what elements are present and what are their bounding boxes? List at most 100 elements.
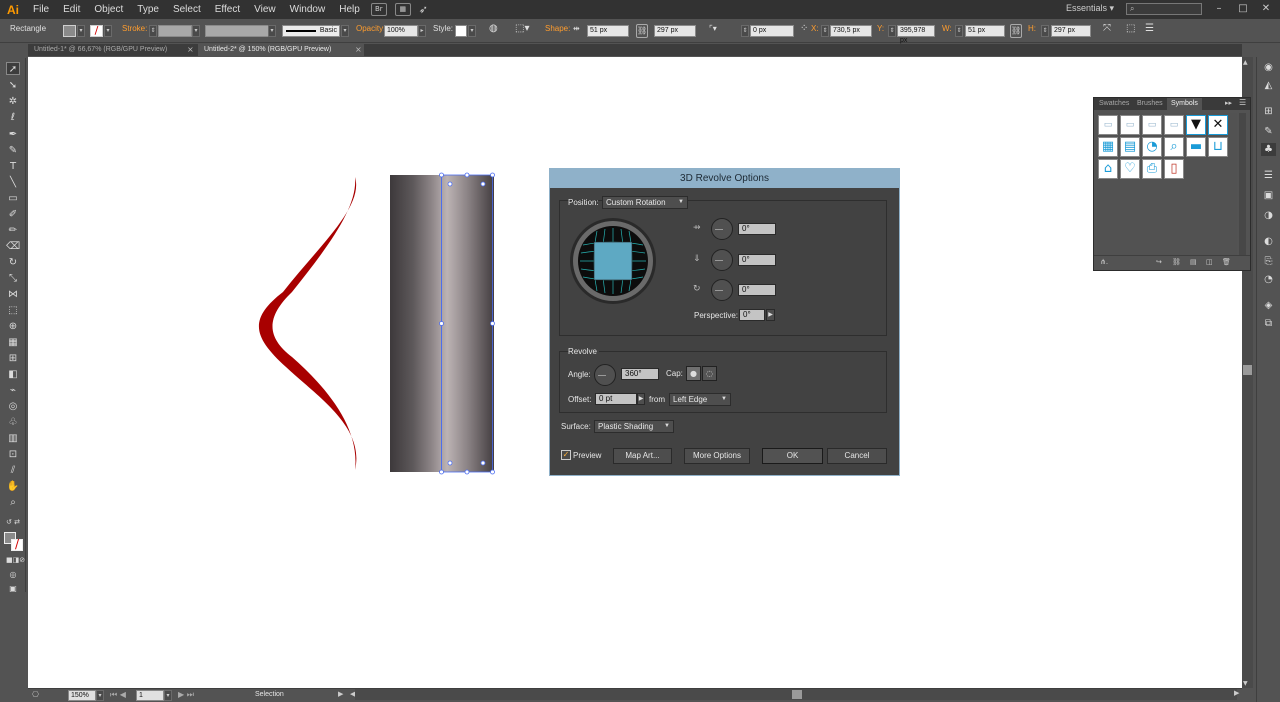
menu-type[interactable]: Type <box>130 4 166 15</box>
artboard-number-field[interactable]: 1 <box>136 690 164 701</box>
minimize-icon[interactable]: – <box>1212 2 1226 16</box>
stroke-color-icon[interactable]: / <box>11 538 23 551</box>
menu-help[interactable]: Help <box>332 4 367 15</box>
tab-untitled-1[interactable]: Untitled-1* @ 66,67% (RGB/GPU Preview) <box>28 44 194 56</box>
menu-effect[interactable]: Effect <box>208 4 247 15</box>
constrain-wh-icon[interactable]: ⛓ <box>1010 24 1022 38</box>
blend-tool-icon[interactable]: ◎ <box>6 400 20 413</box>
vertical-scroll-thumb[interactable] <box>1243 365 1252 375</box>
tab-brushes[interactable]: Brushes <box>1133 98 1167 110</box>
workspace-switcher[interactable]: Essentials ▾ <box>1066 3 1114 14</box>
symbol-sprayer-tool-icon[interactable]: ♧ <box>6 416 20 429</box>
selection-handle[interactable] <box>490 469 495 475</box>
close-icon[interactable]: ✕ <box>1208 115 1228 135</box>
perspective-field[interactable]: 0° <box>739 309 765 321</box>
layers-panel-icon[interactable]: ◈ <box>1261 299 1276 312</box>
opacity-label[interactable]: Opacity: <box>356 24 385 33</box>
selection-handle[interactable] <box>480 181 486 187</box>
stroke-weight-field[interactable] <box>158 25 192 37</box>
heart-add-icon[interactable]: ♡ <box>1120 159 1140 179</box>
rotate-tool-icon[interactable]: ↻ <box>6 256 20 269</box>
perspective-grid-tool-icon[interactable]: ▦ <box>6 336 20 349</box>
swap-fill-stroke-icon[interactable]: ↺ ⇄ <box>6 516 20 529</box>
home-icon[interactable]: ⌂ <box>1098 159 1118 179</box>
align-to-icon[interactable]: ⬚▾ <box>515 23 529 34</box>
calendar-icon[interactable]: ▦ <box>1098 137 1118 157</box>
gradient-tool-icon[interactable]: ◧ <box>6 368 20 381</box>
button-icon[interactable]: ▭ <box>1098 115 1118 135</box>
close-tab-icon[interactable]: × <box>187 44 194 56</box>
h-label[interactable]: H: <box>1028 24 1036 33</box>
image-trace-panel-icon[interactable]: ◭ <box>1261 79 1276 92</box>
isolate-icon[interactable]: ⬚ <box>1126 23 1135 34</box>
type-tool-icon[interactable]: T <box>6 160 20 173</box>
stroke-swatch[interactable]: / <box>90 25 103 37</box>
symbol-options-icon[interactable]: ▤ <box>1190 258 1197 266</box>
color-mode-icons[interactable]: ■◨⊘ <box>6 554 25 567</box>
panel-menu-icon[interactable]: ☰ <box>1239 98 1246 107</box>
free-transform-tool-icon[interactable]: ⬚ <box>6 304 20 317</box>
symbol-libraries-icon[interactable]: ⋔. <box>1100 258 1108 266</box>
selection-handle[interactable] <box>464 172 470 178</box>
close-window-icon[interactable]: ✕ <box>1259 2 1273 16</box>
h-field[interactable]: 297 px <box>1051 25 1091 37</box>
arrange-documents-icon[interactable]: ▦ <box>394 3 411 16</box>
scroll-up-icon[interactable]: ▲ <box>1243 59 1248 66</box>
position-dropdown[interactable]: Custom Rotation ▼ <box>602 196 688 209</box>
transform-grid-icon[interactable]: ⁘ <box>800 23 808 34</box>
color-guide-icon[interactable]: ◔ <box>1261 273 1276 286</box>
selection-handle[interactable] <box>439 469 444 475</box>
selection-handle[interactable] <box>464 469 470 475</box>
export-panel-icon[interactable]: ⎘ <box>1261 255 1276 268</box>
preview-checkbox[interactable]: ✓ <box>561 450 571 460</box>
style-dropdown[interactable]: ▾ <box>468 25 476 37</box>
scale-tool-icon[interactable]: ⤡ <box>6 272 20 285</box>
gpu-performance-icon[interactable]: ➶ <box>419 3 428 16</box>
offset-field[interactable]: 0 pt <box>595 393 637 405</box>
selection-handle[interactable] <box>490 321 495 326</box>
status-mode[interactable]: Selection <box>255 691 284 698</box>
stroke-swatch-dropdown[interactable]: ▾ <box>104 25 112 37</box>
angle-field[interactable]: 360° <box>621 368 659 380</box>
transform-icon[interactable]: ⤧ <box>1103 23 1111 34</box>
tab-swatches[interactable]: Swatches <box>1095 98 1133 110</box>
recolor-artwork-icon[interactable]: ◍ <box>489 23 498 34</box>
fill-dropdown[interactable]: ▾ <box>77 25 85 37</box>
film-icon[interactable]: ▤ <box>1120 137 1140 157</box>
selection-handle[interactable] <box>447 181 453 187</box>
cap-off-button[interactable]: ◌ <box>702 366 717 381</box>
rectangle-tool-icon[interactable]: ▭ <box>6 192 20 205</box>
tab-symbols[interactable]: Symbols <box>1167 98 1202 110</box>
perspective-arrow[interactable]: ▶ <box>766 309 775 321</box>
y-stepper[interactable]: ⇕ <box>888 25 896 37</box>
zoom-tool-icon[interactable]: ⌕ <box>6 496 20 509</box>
y-label[interactable]: Y: <box>877 24 884 33</box>
stroke-weight-dropdown[interactable]: ▾ <box>192 25 200 37</box>
artboard-dropdown[interactable]: ▾ <box>164 690 172 701</box>
zoom-dropdown[interactable]: ▾ <box>96 690 104 701</box>
width-tool-icon[interactable]: ⋈ <box>6 288 20 301</box>
cart-icon[interactable]: ⊔ <box>1208 137 1228 157</box>
brush-dropdown[interactable]: ▾ <box>341 25 349 37</box>
ok-button[interactable]: OK <box>762 448 823 464</box>
scroll-right-icon[interactable]: ▶ <box>1234 689 1239 697</box>
brushes-panel-icon[interactable]: ✎ <box>1261 125 1276 138</box>
rss-icon[interactable]: ◔ <box>1142 137 1162 157</box>
selection-tool-icon[interactable]: ➚ <box>6 62 20 75</box>
y-rotation-field[interactable]: 0° <box>738 254 776 266</box>
transform-panel-icon[interactable]: ⊞ <box>1261 105 1276 118</box>
opacity-field[interactable]: 100% <box>384 25 418 37</box>
x-label[interactable]: X: <box>811 24 819 33</box>
break-link-icon[interactable]: ⛓ <box>1172 258 1181 266</box>
angle-dial[interactable] <box>594 364 616 386</box>
lasso-tool-icon[interactable]: ℓ <box>6 111 20 124</box>
slice-tool-icon[interactable]: ⫽ <box>6 464 20 477</box>
color-panel-icon[interactable]: ◐ <box>1261 235 1276 248</box>
selection-handle[interactable] <box>447 460 453 466</box>
more-options-button[interactable]: More Options <box>684 448 750 464</box>
collapse-panel-icon[interactable]: ▸▸ <box>1225 99 1232 107</box>
zoom-field[interactable]: 150% <box>68 690 96 701</box>
w-field[interactable]: 51 px <box>965 25 1005 37</box>
place-symbol-icon[interactable]: ↪ <box>1156 258 1162 266</box>
w-stepper[interactable]: ⇕ <box>955 25 963 37</box>
